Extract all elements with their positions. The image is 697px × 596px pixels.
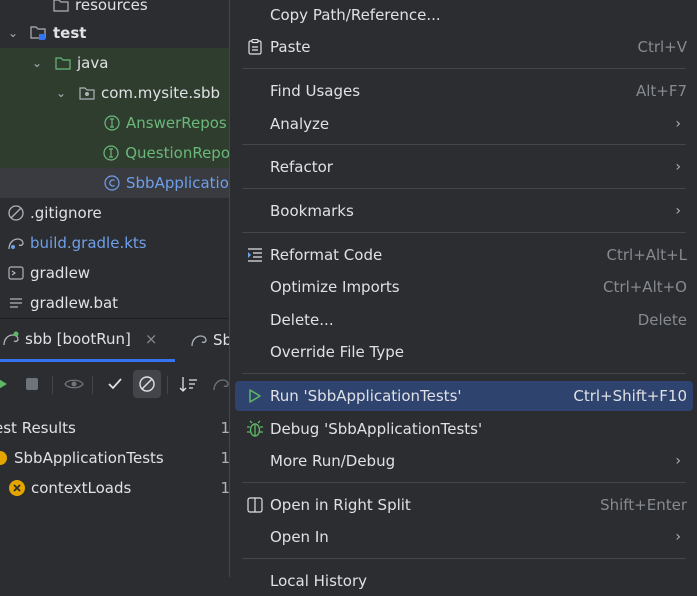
reformat-icon	[245, 245, 265, 265]
chevron-right-icon: ›	[675, 203, 681, 219]
menu-delete[interactable]: Delete... Delete	[235, 305, 693, 335]
gradle-icon	[7, 234, 25, 252]
tree-item-question-repo[interactable]: QuestionRepo	[0, 138, 230, 168]
text-file-icon	[7, 294, 25, 312]
menu-separator	[242, 188, 686, 189]
chevron-right-icon: ›	[675, 159, 681, 175]
run-tabs: sbb [bootRun] × Sb	[0, 318, 232, 363]
test-results-root[interactable]: est Results 1	[0, 413, 230, 443]
menu-analyze[interactable]: Analyze ›	[235, 109, 693, 139]
tree-item-gitignore[interactable]: .gitignore	[0, 198, 230, 228]
menu-separator	[242, 482, 686, 483]
menu-optimize-imports[interactable]: Optimize Imports Ctrl+Alt+O	[235, 272, 693, 302]
gradle-icon	[190, 331, 208, 349]
tree-item-sbb-application-tests[interactable]: SbbApplicatio	[0, 168, 230, 198]
check-icon[interactable]	[101, 370, 129, 398]
tree-item-build-gradle[interactable]: build.gradle.kts	[0, 228, 230, 258]
close-icon[interactable]: ×	[145, 330, 158, 348]
menu-override-file-type[interactable]: Override File Type	[235, 337, 693, 367]
clipboard-icon	[245, 37, 265, 57]
tree-item-resources[interactable]: resources	[0, 0, 230, 20]
sort-icon[interactable]	[175, 370, 203, 398]
folder-icon	[54, 54, 72, 72]
context-menu: Copy Path/Reference... Paste Ctrl+V Find…	[229, 0, 697, 590]
class-icon	[103, 174, 121, 192]
package-icon	[78, 84, 96, 102]
interface-icon	[103, 114, 121, 132]
chevron-down-icon[interactable]: ⌄	[54, 86, 68, 100]
test-suite-row[interactable]: SbbApplicationTests 1	[0, 443, 230, 473]
menu-open-in[interactable]: Open In ›	[235, 522, 693, 552]
warning-status-icon	[0, 449, 8, 467]
error-status-icon	[8, 479, 26, 497]
menu-refactor[interactable]: Refactor ›	[235, 152, 693, 182]
menu-separator	[242, 373, 686, 374]
menu-separator	[242, 68, 686, 69]
chevron-right-icon: ›	[675, 116, 681, 132]
rerun-icon[interactable]	[0, 370, 16, 398]
tab-sbb-bootrun[interactable]: sbb [bootRun] ×	[0, 319, 175, 362]
toolbar-divider	[167, 376, 168, 394]
ignored-toggle-icon[interactable]	[133, 370, 161, 398]
chevron-right-icon: ›	[675, 529, 681, 545]
chevron-right-icon: ›	[675, 453, 681, 469]
run-icon	[245, 386, 265, 406]
tree-item-gradlew-bat[interactable]: gradlew.bat	[0, 288, 230, 312]
menu-find-usages[interactable]: Find Usages Alt+F7	[235, 76, 693, 106]
menu-separator	[242, 558, 686, 559]
project-tree: resources ⌄ test ⌄ java ⌄ com.mysite.sbb…	[0, 0, 230, 312]
ignore-file-icon	[7, 204, 25, 222]
interface-icon	[102, 144, 120, 162]
tree-item-package[interactable]: ⌄ com.mysite.sbb	[0, 78, 230, 108]
menu-open-right-split[interactable]: Open in Right Split Shift+Enter	[235, 490, 693, 520]
menu-paste[interactable]: Paste Ctrl+V	[235, 32, 693, 62]
folder-icon	[52, 0, 70, 14]
menu-separator	[242, 232, 686, 233]
menu-copy-path[interactable]: Copy Path/Reference...	[235, 0, 693, 30]
terminal-file-icon	[7, 264, 25, 282]
tab-second-run[interactable]: Sb	[190, 319, 232, 361]
menu-more-run-debug[interactable]: More Run/Debug ›	[235, 446, 693, 476]
menu-local-history[interactable]: Local History	[235, 566, 693, 596]
menu-debug-tests[interactable]: Debug 'SbbApplicationTests'	[235, 414, 693, 444]
menu-separator	[242, 144, 686, 145]
run-toolbar	[0, 368, 230, 402]
chevron-down-icon[interactable]: ⌄	[6, 26, 20, 40]
tree-item-java[interactable]: ⌄ java	[0, 48, 230, 78]
menu-run-tests[interactable]: Run 'SbbApplicationTests' Ctrl+Shift+F10	[235, 381, 693, 411]
stop-icon[interactable]	[18, 370, 46, 398]
menu-bookmarks[interactable]: Bookmarks ›	[235, 196, 693, 226]
test-folder-icon	[30, 24, 48, 42]
toolbar-divider	[92, 376, 93, 394]
gradle-run-icon	[2, 330, 20, 348]
debug-bug-icon	[245, 419, 265, 439]
tree-item-answer-repo[interactable]: AnswerRepos	[0, 108, 230, 138]
test-case-row[interactable]: contextLoads 1	[0, 473, 230, 503]
split-view-icon	[245, 495, 265, 515]
tree-item-gradlew[interactable]: gradlew	[0, 258, 230, 288]
eye-icon[interactable]	[60, 370, 88, 398]
menu-reformat-code[interactable]: Reformat Code Ctrl+Alt+L	[235, 240, 693, 270]
chevron-down-icon[interactable]: ⌄	[30, 56, 44, 70]
toolbar-divider	[52, 376, 53, 394]
tree-item-test[interactable]: ⌄ test	[0, 18, 230, 48]
test-results-tree: est Results 1 SbbApplicationTests 1 cont…	[0, 412, 230, 577]
